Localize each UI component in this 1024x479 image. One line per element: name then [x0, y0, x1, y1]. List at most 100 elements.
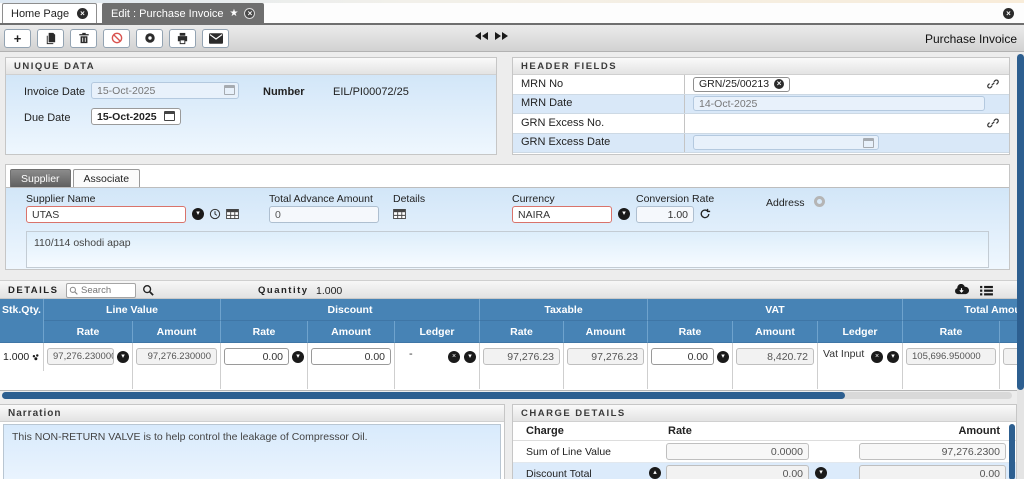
supplier-dropdown-icon[interactable]: ▾	[192, 208, 204, 220]
line-rate-dropdown-icon[interactable]: ▾	[117, 351, 129, 363]
line-amount-input[interactable]: 97,276.230000	[136, 348, 217, 365]
horizontal-scrollbar-thumb[interactable]	[2, 392, 845, 399]
col-group-total-amount: Total Amount	[903, 299, 1017, 321]
clear-vat-ledger-icon[interactable]: ×	[871, 351, 883, 363]
col-line-amount[interactable]: Amount	[133, 321, 221, 343]
calendar-icon[interactable]	[164, 111, 175, 121]
tab-edit-purchase-invoice[interactable]: Edit : Purchase Invoice ★ ×	[102, 3, 265, 23]
link-icon[interactable]	[987, 117, 999, 132]
favorite-star-icon[interactable]: ★	[230, 8, 239, 19]
copy-button[interactable]	[37, 28, 64, 48]
close-tab-icon[interactable]: ×	[244, 8, 256, 19]
discount-rate-input[interactable]: 0.00	[224, 348, 289, 365]
currency-input[interactable]: NAIRA	[512, 206, 612, 223]
details-table-icon[interactable]	[393, 209, 406, 219]
charge-row-discount-total: Discount Total ▴ 0.00 ▾ 0.00	[513, 463, 1016, 479]
refresh-icon[interactable]	[699, 208, 711, 220]
col-vat-ledger[interactable]: Ledger	[818, 321, 903, 343]
conversion-rate-input[interactable]: 1.00	[636, 206, 694, 223]
col-taxable-rate[interactable]: Rate	[480, 321, 564, 343]
cloud-download-icon[interactable]	[954, 283, 970, 295]
page-title: Purchase Invoice	[924, 32, 1017, 46]
tab-associate[interactable]: Associate	[72, 169, 141, 187]
vat-ledger-dropdown-icon[interactable]: ▾	[887, 351, 899, 363]
invoice-date-field[interactable]: 15-Oct-2025	[91, 82, 239, 99]
tab-edit-label: Edit : Purchase Invoice	[111, 7, 224, 20]
total-rate-input[interactable]: 105,696.950000	[906, 348, 996, 365]
col-discount-ledger[interactable]: Ledger	[395, 321, 480, 343]
expand-up-icon[interactable]: ▴	[649, 467, 661, 479]
col-stk-qty[interactable]: Stk.Qty.	[0, 299, 44, 321]
quantity-value: 1.000	[316, 285, 343, 297]
email-button[interactable]	[202, 28, 229, 48]
narration-textarea[interactable]: This NON-RETURN VALVE is to help control…	[3, 424, 501, 479]
invoice-number-value: EIL/PI00072/25	[333, 86, 409, 98]
cancel-button[interactable]	[103, 28, 130, 48]
supplier-name-input[interactable]: UTAS	[26, 206, 186, 223]
ban-icon	[111, 32, 122, 44]
col-vat-rate[interactable]: Rate	[648, 321, 733, 343]
charge-amount-input[interactable]: 0.00	[859, 465, 1006, 479]
number-label: Number	[263, 86, 305, 98]
charge-amount-input[interactable]: 97,276.2300	[859, 443, 1006, 460]
amount-col-header: Amount	[958, 425, 1000, 437]
vertical-scrollbar-thumb[interactable]	[1017, 54, 1024, 390]
history-clock-icon[interactable]	[209, 208, 221, 220]
clear-ledger-icon[interactable]: ×	[448, 351, 460, 363]
add-button[interactable]: +	[4, 28, 31, 48]
total-amount-input[interactable]	[1003, 348, 1017, 365]
col-vat-amount[interactable]: Amount	[733, 321, 818, 343]
charge-rate-input[interactable]: 0.00	[666, 465, 809, 479]
col-line-rate[interactable]: Rate	[44, 321, 133, 343]
mrn-no-chip[interactable]: GRN/25/00213 ×	[693, 76, 791, 92]
supplier-table-icon[interactable]	[226, 209, 239, 219]
list-view-icon[interactable]	[980, 285, 993, 296]
tab-home-page[interactable]: Home Page ×	[2, 3, 97, 23]
details-title: DETAILS	[8, 285, 59, 296]
record-button[interactable]	[136, 28, 163, 48]
tab-home-label: Home Page	[11, 7, 70, 20]
line-rate-input[interactable]: 97,276.230000	[47, 348, 114, 365]
charge-rate-input[interactable]: 0.0000	[666, 443, 809, 460]
remove-mrn-icon[interactable]: ×	[774, 79, 785, 90]
discount-amount-input[interactable]: 0.00	[311, 348, 391, 365]
tab-supplier[interactable]: Supplier	[10, 169, 71, 187]
vat-rate-input[interactable]: 0.00	[651, 348, 714, 365]
charge-dropdown-icon[interactable]: ▾	[815, 467, 827, 479]
calendar-icon	[863, 137, 874, 148]
charge-row-sum-of-line-value: Sum of Line Value 0.0000 97,276.2300	[513, 441, 1016, 463]
search-button[interactable]	[142, 284, 154, 296]
currency-dropdown-icon[interactable]: ▾	[618, 208, 630, 220]
close-all-tabs-icon[interactable]: ×	[1003, 8, 1014, 19]
vat-rate-dropdown-icon[interactable]: ▾	[717, 351, 729, 363]
purchase-invoice-screen: Home Page × Edit : Purchase Invoice ★ × …	[0, 0, 1024, 479]
rate-col-header: Rate	[668, 425, 692, 437]
close-tab-icon[interactable]: ×	[77, 8, 88, 19]
supplier-panel: Supplier Associate Supplier Name UTAS ▾ …	[5, 164, 1010, 270]
col-total-rate[interactable]: Rate	[903, 321, 1000, 343]
discount-rate-dropdown-icon[interactable]: ▾	[292, 351, 304, 363]
col-discount-amount[interactable]: Amount	[308, 321, 395, 343]
envelope-icon	[208, 32, 223, 44]
stk-qty-value: 1.000	[3, 351, 30, 363]
taxable-amount-input: 97,276.23	[567, 348, 644, 365]
batch-icon[interactable]	[32, 352, 40, 363]
charge-scrollbar-thumb[interactable]	[1009, 424, 1015, 479]
ledger-dropdown-icon[interactable]: ▾	[464, 351, 476, 363]
quantity-label: Quantity	[258, 285, 309, 296]
link-icon[interactable]	[987, 78, 999, 93]
col-group-vat: VAT	[648, 299, 903, 321]
supplier-address-textarea[interactable]: 110/114 oshodi apap	[26, 231, 989, 268]
supplier-name-label: Supplier Name	[26, 193, 96, 205]
address-icon[interactable]	[814, 196, 825, 207]
horizontal-scrollbar[interactable]	[2, 392, 1012, 399]
previous-record-icon[interactable]	[474, 31, 488, 41]
next-record-icon[interactable]	[495, 31, 509, 41]
col-taxable-amount[interactable]: Amount	[564, 321, 648, 343]
plus-icon: +	[13, 30, 22, 46]
vertical-scrollbar[interactable]	[1017, 54, 1024, 479]
charge-details-panel: CHARGE DETAILS Charge Rate Amount Sum of…	[512, 404, 1017, 479]
delete-button[interactable]	[70, 28, 97, 48]
print-button[interactable]	[169, 28, 196, 48]
col-discount-rate[interactable]: Rate	[221, 321, 308, 343]
